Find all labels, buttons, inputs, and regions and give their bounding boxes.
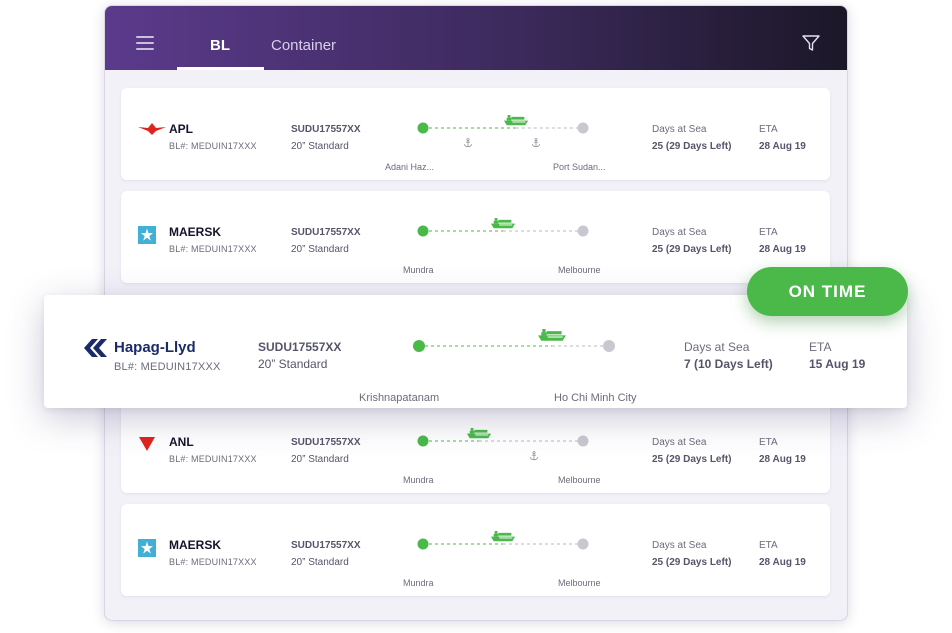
days-at-sea-value: 25 (29 Days Left) bbox=[652, 244, 732, 255]
days-at-sea-label: Days at Sea bbox=[652, 540, 707, 551]
container-type: 20” Standard bbox=[258, 357, 328, 371]
eta-value: 15 Aug 19 bbox=[809, 357, 866, 371]
days-at-sea-label: Days at Sea bbox=[652, 124, 707, 135]
origin-dot bbox=[417, 122, 429, 134]
voyage-progress: Mundra Melbourne bbox=[403, 526, 613, 588]
carrier-name: ANL bbox=[169, 435, 194, 449]
destination-port: Melbourne bbox=[558, 578, 601, 588]
anchor-icon bbox=[531, 138, 541, 148]
voyage-progress: Adani Haz... Port Sudan... bbox=[385, 110, 613, 172]
destination-dot bbox=[603, 340, 615, 352]
container-id: SUDU17557XX bbox=[291, 227, 361, 238]
container-type: 20” Standard bbox=[291, 454, 349, 465]
bl-number: BL#: MEDUIN17XXX bbox=[114, 361, 221, 373]
anchor-icon bbox=[529, 451, 539, 461]
eta-label: ETA bbox=[809, 340, 832, 354]
bl-number: BL#: MEDUIN17XXX bbox=[169, 244, 257, 254]
route-line bbox=[417, 435, 589, 447]
ship-icon bbox=[490, 530, 516, 542]
origin-port: Mundra bbox=[403, 475, 434, 485]
container-type: 20” Standard bbox=[291, 244, 349, 255]
eta-label: ETA bbox=[759, 227, 778, 238]
maersk-star-icon bbox=[138, 539, 156, 557]
carrier-logo bbox=[138, 539, 156, 557]
anl-triangle-icon bbox=[139, 437, 155, 451]
carrier-name: MAERSK bbox=[169, 225, 222, 239]
container-type: 20” Standard bbox=[291, 141, 349, 152]
shipment-card[interactable]: APL BL#: MEDUIN17XXX SUDU17557XX 20” Sta… bbox=[121, 88, 830, 180]
tab-container[interactable]: Container bbox=[271, 37, 336, 54]
hamburger-menu-icon[interactable] bbox=[136, 36, 154, 50]
carrier-name: Hapag-Llyd bbox=[114, 339, 196, 356]
carrier-logo bbox=[84, 339, 108, 357]
carrier-logo bbox=[138, 226, 156, 244]
maersk-star-icon bbox=[138, 226, 156, 244]
apl-logo-icon bbox=[138, 123, 166, 135]
eta-value: 28 Aug 19 bbox=[759, 244, 806, 255]
destination-port: Ho Chi Minh City bbox=[554, 392, 637, 404]
tab-bl[interactable]: BL bbox=[210, 37, 230, 54]
active-tab-indicator bbox=[177, 67, 264, 70]
container-id: SUDU17557XX bbox=[291, 437, 361, 448]
filter-icon[interactable] bbox=[801, 33, 821, 53]
hapag-lloyd-logo-icon bbox=[84, 339, 107, 357]
eta-value: 28 Aug 19 bbox=[759, 557, 806, 568]
days-at-sea-label: Days at Sea bbox=[652, 227, 707, 238]
destination-dot bbox=[577, 122, 589, 134]
eta-label: ETA bbox=[759, 540, 778, 551]
voyage-progress: Mundra Melbourne bbox=[403, 213, 613, 275]
origin-dot bbox=[417, 225, 429, 237]
bl-number: BL#: MEDUIN17XXX bbox=[169, 141, 257, 151]
carrier-logo bbox=[138, 436, 156, 452]
origin-port: Mundra bbox=[403, 578, 434, 588]
destination-dot bbox=[577, 538, 589, 550]
voyage-progress: Mundra Melbourne bbox=[403, 423, 613, 485]
container-id: SUDU17557XX bbox=[258, 340, 342, 354]
top-navigation-bar: BL Container bbox=[105, 6, 847, 70]
eta-value: 28 Aug 19 bbox=[759, 454, 806, 465]
on-time-status-badge: ON TIME bbox=[747, 267, 908, 316]
ship-icon bbox=[466, 427, 492, 439]
carrier-name: MAERSK bbox=[169, 538, 222, 552]
anchor-icon bbox=[463, 138, 473, 148]
container-type: 20” Standard bbox=[291, 557, 349, 568]
shipment-card[interactable]: MAERSK BL#: MEDUIN17XXX SUDU17557XX 20” … bbox=[121, 191, 830, 283]
origin-dot bbox=[417, 538, 429, 550]
days-at-sea-label: Days at Sea bbox=[652, 437, 707, 448]
shipment-card[interactable]: MAERSK BL#: MEDUIN17XXX SUDU17557XX 20” … bbox=[121, 504, 830, 596]
destination-dot bbox=[577, 225, 589, 237]
voyage-progress: Krishnapatanam Ho Chi Minh City bbox=[359, 327, 659, 404]
destination-port: Melbourne bbox=[558, 265, 601, 275]
origin-dot bbox=[417, 435, 429, 447]
days-at-sea-value: 25 (29 Days Left) bbox=[652, 454, 732, 465]
route-line bbox=[413, 340, 615, 352]
ship-icon bbox=[490, 217, 516, 229]
eta-value: 28 Aug 19 bbox=[759, 141, 806, 152]
origin-dot bbox=[413, 340, 425, 352]
destination-port: Melbourne bbox=[558, 475, 601, 485]
carrier-name: APL bbox=[169, 122, 193, 136]
destination-port: Port Sudan... bbox=[553, 162, 606, 172]
days-at-sea-value: 25 (29 Days Left) bbox=[652, 557, 732, 568]
bl-number: BL#: MEDUIN17XXX bbox=[169, 557, 257, 567]
container-id: SUDU17557XX bbox=[291, 124, 361, 135]
destination-dot bbox=[577, 435, 589, 447]
origin-port: Mundra bbox=[403, 265, 434, 275]
eta-label: ETA bbox=[759, 437, 778, 448]
shipment-card[interactable]: ANL BL#: MEDUIN17XXX SUDU17557XX 20” Sta… bbox=[121, 401, 830, 493]
ship-icon bbox=[538, 329, 566, 341]
origin-port: Krishnapatanam bbox=[359, 392, 440, 404]
eta-label: ETA bbox=[759, 124, 778, 135]
ship-icon bbox=[503, 114, 528, 126]
bl-number: BL#: MEDUIN17XXX bbox=[169, 454, 257, 464]
origin-port: Adani Haz... bbox=[385, 162, 435, 172]
days-at-sea-label: Days at Sea bbox=[684, 340, 750, 354]
days-at-sea-value: 25 (29 Days Left) bbox=[652, 141, 732, 152]
days-at-sea-value: 7 (10 Days Left) bbox=[684, 357, 773, 371]
carrier-logo bbox=[138, 123, 166, 135]
container-id: SUDU17557XX bbox=[291, 540, 361, 551]
